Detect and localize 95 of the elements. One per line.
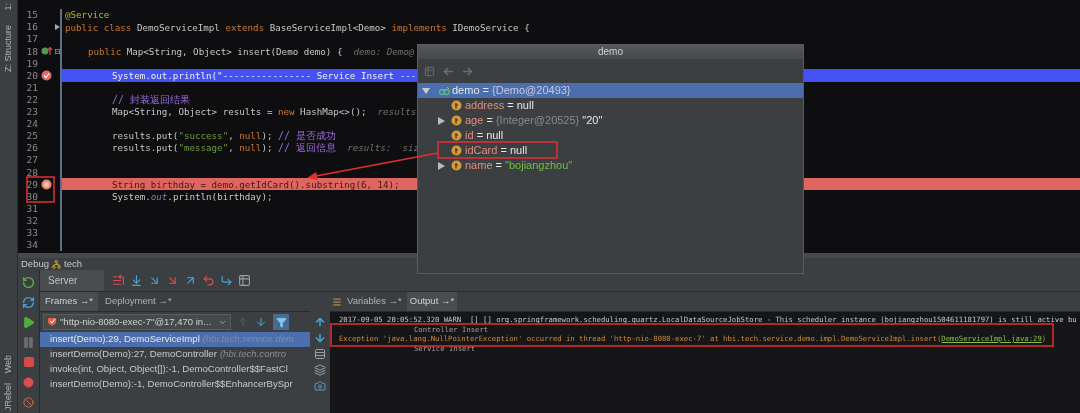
server-tab[interactable]: Server [40,270,104,291]
panel-title: Debug [21,259,49,269]
refresh-icon [22,295,35,309]
layers-icon[interactable] [314,364,326,376]
filter-icon [275,316,287,328]
camera-icon[interactable] [314,380,326,392]
collapsed-arrow-icon[interactable] [438,161,445,170]
code-line: System.out.println("---------------- Service Insert --- [112,70,417,81]
panel-tab[interactable]: Deployment →* [100,292,177,311]
code-line: Map<String, Object> results = new HashMap<>(); results [112,107,417,117]
shield-icon [47,317,57,327]
arrow-down-line-icon[interactable] [130,274,143,287]
breakpoint-icon[interactable] [41,178,52,190]
variable-label: id = null [465,130,504,141]
fold-collapse-icon[interactable] [55,47,60,55]
list-arrow-icon[interactable] [112,274,125,287]
play-icon [22,315,35,329]
field-icon [451,145,462,156]
line-number: 21 [26,82,38,93]
breakpoint-icon [23,376,34,388]
variable-label: age = {Integer@20525} "20" [465,115,603,126]
variable-label: address = null [465,100,534,111]
side-tool-tab[interactable]: JRebel [1,383,16,411]
stack-frame[interactable]: insertDemo(Demo):27, DemoController (hbi.tech.contro [40,347,310,362]
line-number: 27 [26,155,38,165]
table-icon[interactable] [424,65,435,77]
field-icon [451,100,462,111]
list-icon[interactable] [314,348,326,360]
stop-icon [22,356,35,368]
menu-icon[interactable] [332,296,342,307]
line-number: 33 [26,228,38,238]
thread-dropdown[interactable]: "http-nio-8080-exec-7"@17,470 in... [43,314,231,330]
code-line: String birthday = demo.getIdCard().substring(6, 14); [112,179,400,189]
rerun-icon [22,275,35,289]
up-arrow-icon[interactable] [314,316,326,328]
panel-tab[interactable]: Variables →* [344,292,405,311]
line-number: 19 [26,58,38,69]
line-number: 32 [26,215,38,226]
expanded-arrow-icon[interactable] [422,86,430,95]
forward-arrow-icon[interactable] [462,65,473,77]
field-icon [451,115,462,126]
breakpoint-icon[interactable] [41,70,52,81]
stack-frame[interactable]: invoke(int, Object, Object[]):-1, DemoController$$FastCl [40,362,310,377]
field-icon [451,130,462,141]
code-line: System.out.println(birthday); [112,191,273,202]
line-number: 26 [26,143,38,153]
collapsed-arrow-icon[interactable] [438,116,445,125]
code-line: @Service [65,10,110,20]
line-number: 28 [26,167,38,177]
line-number: 15 [26,10,38,20]
side-tool-tab[interactable]: 1: [1,3,16,11]
line-number: 20 [26,70,38,81]
arrow-down-right-icon[interactable] [166,274,179,287]
variable-label: demo = {Demo@20493} [452,85,571,96]
field-icon [451,160,462,171]
line-number: 25 [26,131,38,141]
filter-button[interactable] [273,314,289,330]
arrow-up-right-icon[interactable] [184,274,197,287]
code-line: results.put("success", null); // 是否成功 [112,131,337,141]
undo-arrow-icon[interactable] [202,274,215,287]
down-arrow-icon[interactable] [255,316,267,328]
line-number: 34 [26,240,38,250]
pause-icon [22,335,35,349]
variable-label: name = "bojiangzhou" [465,160,573,171]
down-arrow-icon[interactable] [314,332,326,344]
corner-arrow-icon[interactable] [220,274,233,287]
panel-tab[interactable]: Output →* [406,292,458,311]
code-line: // 封装返回结果 [112,94,191,105]
annotation-box [26,176,55,203]
line-number: 24 [26,119,38,129]
popup-title: demo [598,47,623,57]
line-number: 23 [26,107,38,117]
code-line: public class DemoServiceImpl extends BaseServiceImpl<Demo> implements IDemoService { [65,22,530,32]
line-number: 22 [26,94,38,105]
tree-row[interactable]: demo = {Demo@20493} [418,83,803,98]
line-number: 31 [26,203,38,214]
variable-label: idCard = null [465,145,528,156]
line-number: 16 [26,22,38,32]
ban-icon [23,396,34,408]
line-number: 17 [26,34,38,44]
arrow-down-right-icon[interactable] [148,274,161,287]
panel-tab[interactable]: Frames →* [40,292,99,311]
network-icon [52,259,61,269]
line-number: 18 [26,46,38,57]
side-tool-tab[interactable]: Web [1,354,16,373]
watch-object-icon [438,85,450,96]
override-marker-icon[interactable] [40,46,53,57]
code-line: public Map<String, Object> insert(Demo demo) { demo: Demo@ [88,46,415,56]
stack-frame[interactable]: insert(Demo):29, DemoServiceImpl (hbi.tech.service.dem [40,332,310,347]
config-name[interactable]: tech [64,259,82,269]
table-icon[interactable] [238,274,251,287]
stack-frame[interactable]: insertDemo(Demo):-1, DemoController$$EnhancerBySpr [40,377,310,392]
side-tool-tab[interactable]: Z: Structure [1,24,16,72]
fold-arrow-icon[interactable] [55,24,60,31]
back-arrow-icon[interactable] [443,65,454,77]
